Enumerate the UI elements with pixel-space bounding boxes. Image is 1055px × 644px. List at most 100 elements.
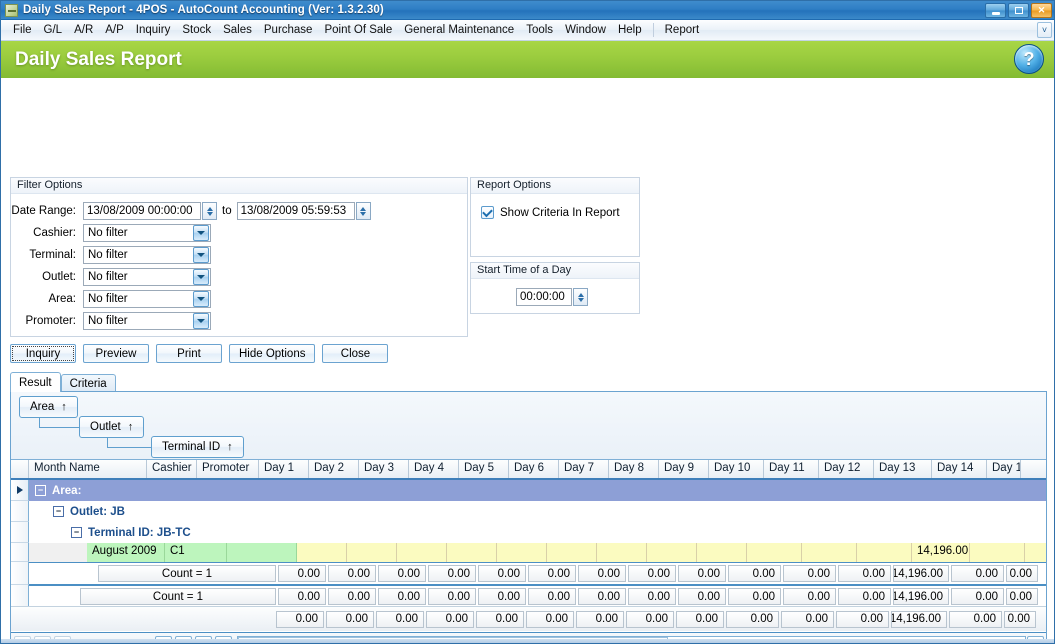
- sort-ascending-icon[interactable]: ↑: [128, 421, 134, 433]
- column-header-day-1[interactable]: Day 1: [259, 460, 309, 478]
- menu-item-point-of-sale[interactable]: Point Of Sale: [318, 22, 398, 38]
- column-header-day-4[interactable]: Day 4: [409, 460, 459, 478]
- outlet-combo[interactable]: No filter: [83, 268, 211, 286]
- column-header-day-12[interactable]: Day 12: [819, 460, 874, 478]
- group-row-outlet[interactable]: − Outlet: JB: [29, 501, 1046, 522]
- column-header-day-2[interactable]: Day 2: [309, 460, 359, 478]
- collapse-icon[interactable]: −: [35, 485, 46, 496]
- column-header-day-8[interactable]: Day 8: [609, 460, 659, 478]
- tab-criteria[interactable]: Criteria: [60, 374, 116, 392]
- print-button[interactable]: Print: [156, 344, 222, 363]
- group-tile-area[interactable]: Area ↑: [19, 396, 78, 418]
- help-button[interactable]: ?: [1014, 44, 1044, 74]
- column-header-day-11[interactable]: Day 11: [764, 460, 819, 478]
- cell-day-7[interactable]: [597, 543, 647, 562]
- group-by-zone[interactable]: Area ↑ Outlet ↑ Terminal ID ↑: [11, 392, 1046, 460]
- sort-ascending-icon[interactable]: ↑: [227, 441, 233, 453]
- row-indicator[interactable]: [11, 522, 29, 543]
- start-time-input[interactable]: 00:00:00: [516, 288, 572, 306]
- cell-day-2[interactable]: [347, 543, 397, 562]
- column-header-day-9[interactable]: Day 9: [659, 460, 709, 478]
- cashier-combo[interactable]: No filter: [83, 224, 211, 242]
- table-row[interactable]: − Area:: [11, 480, 1046, 501]
- terminal-combo[interactable]: No filter: [83, 246, 211, 264]
- close-button-action[interactable]: Close: [322, 344, 389, 363]
- summary-row-outlet[interactable]: Count = 1 0.00 0.00 0.00 0.00 0.00 0.00 …: [29, 585, 1046, 608]
- collapse-icon[interactable]: −: [71, 527, 82, 538]
- cell-day-12[interactable]: [857, 543, 912, 562]
- column-header-day-10[interactable]: Day 10: [709, 460, 764, 478]
- data-row[interactable]: August 2009 C1 14,196.00: [29, 543, 1046, 562]
- chevron-down-icon[interactable]: [193, 313, 209, 329]
- summary-row-terminal[interactable]: Count = 1 0.00 0.00 0.00 0.00 0.00 0.00 …: [29, 562, 1046, 585]
- date-from-input[interactable]: 13/08/2009 00:00:00: [83, 202, 201, 220]
- table-row[interactable]: August 2009 C1 14,196.00: [11, 543, 1046, 562]
- column-header-day-6[interactable]: Day 6: [509, 460, 559, 478]
- menu-item-tools[interactable]: Tools: [520, 22, 559, 38]
- menu-item-window[interactable]: Window: [559, 22, 612, 38]
- chevron-down-icon[interactable]: [193, 247, 209, 263]
- column-header-day-14[interactable]: Day 14: [932, 460, 987, 478]
- column-header-day-13[interactable]: Day 13: [874, 460, 932, 478]
- chevron-down-icon[interactable]: ˅: [1037, 22, 1052, 38]
- menu-item-report[interactable]: Report: [659, 22, 706, 38]
- table-row[interactable]: Count = 1 0.00 0.00 0.00 0.00 0.00 0.00 …: [11, 585, 1046, 608]
- row-indicator[interactable]: [11, 585, 29, 608]
- column-header-day-7[interactable]: Day 7: [559, 460, 609, 478]
- cell-day-9[interactable]: [697, 543, 747, 562]
- inquiry-button[interactable]: Inquiry: [10, 344, 76, 363]
- menu-item-stock[interactable]: Stock: [176, 22, 217, 38]
- cell-day-8[interactable]: [647, 543, 697, 562]
- column-header-day-15[interactable]: Day 1: [987, 460, 1021, 478]
- cell-cashier[interactable]: C1: [165, 543, 227, 562]
- column-header-day-5[interactable]: Day 5: [459, 460, 509, 478]
- cell-day-3[interactable]: [397, 543, 447, 562]
- collapse-icon[interactable]: −: [53, 506, 64, 517]
- row-indicator[interactable]: [11, 501, 29, 522]
- date-to-spinner[interactable]: [355, 202, 371, 220]
- cell-day-11[interactable]: [802, 543, 857, 562]
- minimize-button[interactable]: [985, 3, 1006, 18]
- table-row[interactable]: − Outlet: JB: [11, 501, 1046, 522]
- table-row[interactable]: Count = 1 0.00 0.00 0.00 0.00 0.00 0.00 …: [11, 562, 1046, 585]
- chevron-down-icon[interactable]: [193, 291, 209, 307]
- date-to-input[interactable]: 13/08/2009 05:59:53: [236, 202, 355, 220]
- cell-day-13[interactable]: 14,196.00: [912, 543, 970, 562]
- preview-button[interactable]: Preview: [83, 344, 149, 363]
- cell-day-14[interactable]: [970, 543, 1025, 562]
- cell-month-name[interactable]: August 2009: [87, 543, 165, 562]
- group-row-area[interactable]: − Area:: [29, 480, 1046, 501]
- row-indicator[interactable]: [11, 562, 29, 585]
- cell-day-15[interactable]: [1025, 543, 1046, 562]
- show-criteria-row[interactable]: Show Criteria In Report: [481, 206, 620, 219]
- menu-item-sales[interactable]: Sales: [217, 22, 258, 38]
- chevron-down-icon[interactable]: [193, 225, 209, 241]
- cell-day-4[interactable]: [447, 543, 497, 562]
- sort-ascending-icon[interactable]: ↑: [61, 401, 67, 413]
- show-criteria-checkbox[interactable]: [481, 206, 494, 219]
- start-time-spinner[interactable]: [573, 288, 588, 306]
- cell-day-10[interactable]: [747, 543, 802, 562]
- column-header-cashier[interactable]: Cashier: [147, 460, 197, 478]
- group-tile-terminal-id[interactable]: Terminal ID ↑: [151, 436, 244, 458]
- close-button[interactable]: ✕: [1031, 3, 1052, 18]
- hide-options-button[interactable]: Hide Options: [229, 344, 316, 363]
- maximize-button[interactable]: [1008, 3, 1029, 18]
- row-indicator[interactable]: [11, 543, 29, 562]
- table-row[interactable]: − Terminal ID: JB-TC: [11, 522, 1046, 543]
- area-combo[interactable]: No filter: [83, 290, 211, 308]
- column-header-month-name[interactable]: Month Name: [29, 460, 147, 478]
- menu-item-gl[interactable]: G/L: [38, 22, 69, 38]
- date-from-spinner[interactable]: [202, 202, 217, 220]
- cell-day-1[interactable]: [297, 543, 347, 562]
- group-row-terminal-id[interactable]: − Terminal ID: JB-TC: [29, 522, 1046, 543]
- row-indicator[interactable]: [11, 480, 29, 501]
- cell-day-5[interactable]: [497, 543, 547, 562]
- cell-day-6[interactable]: [547, 543, 597, 562]
- menu-item-inquiry[interactable]: Inquiry: [130, 22, 177, 38]
- menu-item-ar[interactable]: A/R: [68, 22, 99, 38]
- column-header-day-3[interactable]: Day 3: [359, 460, 409, 478]
- cell-promoter[interactable]: [227, 543, 297, 562]
- menu-item-purchase[interactable]: Purchase: [258, 22, 319, 38]
- column-header-promoter[interactable]: Promoter: [197, 460, 259, 478]
